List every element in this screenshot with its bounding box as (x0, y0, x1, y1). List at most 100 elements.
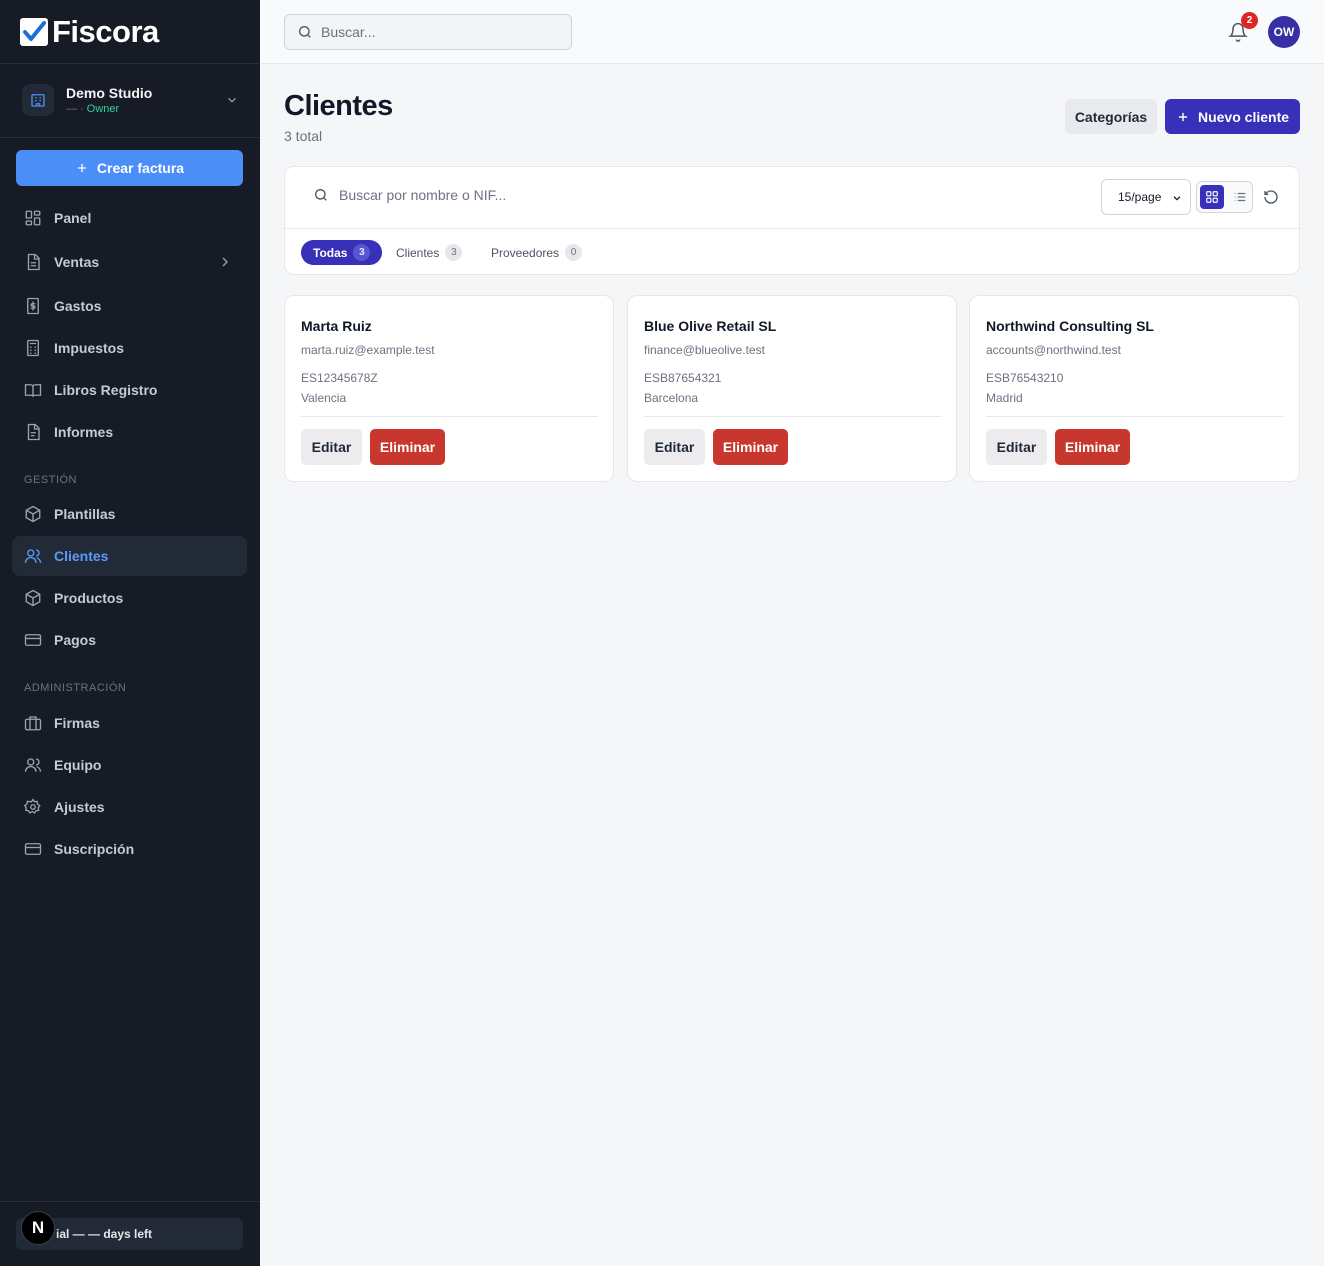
sidebar-item-label: Informes (54, 424, 114, 440)
grid-icon (1206, 191, 1218, 203)
sidebar-item-panel[interactable]: Panel (12, 198, 247, 238)
client-nif: ESB87654321 (644, 371, 722, 385)
sidebar-item-label: Impuestos (54, 340, 125, 356)
tab-count: 0 (565, 244, 583, 261)
client-city: Madrid (986, 391, 1023, 405)
client-city: Barcelona (644, 391, 699, 405)
divider (0, 63, 260, 64)
card-icon (24, 840, 42, 858)
org-role: — · Owner (66, 103, 120, 115)
list-view-button[interactable] (1228, 185, 1252, 209)
gear-icon (24, 798, 42, 816)
new-client-label: Nuevo cliente (1197, 108, 1290, 125)
client-email: accounts@northwind.test (986, 343, 1121, 357)
client-nif: ESB76543210 (986, 371, 1064, 385)
package-icon (24, 505, 42, 523)
create-invoice-button[interactable]: Crear factura (16, 150, 243, 186)
org-name: Demo Studio (66, 85, 153, 101)
sidebar-item-label: Suscripción (54, 841, 135, 857)
briefcase-icon (24, 714, 42, 732)
sidebar-item-pagos[interactable]: Pagos (12, 620, 247, 660)
chevron-down-icon (224, 92, 240, 108)
sidebar-item-label: Productos (54, 590, 124, 606)
divider (0, 137, 260, 138)
sidebar-item-label: Plantillas (54, 506, 116, 522)
page-subtitle: 3 total (284, 128, 323, 144)
global-search[interactable] (284, 14, 572, 50)
plus-icon (1178, 112, 1188, 121)
sidebar-item-ventas[interactable]: Ventas (12, 242, 247, 282)
plus-icon (77, 163, 87, 173)
document-icon (24, 253, 42, 271)
client-nif: ES12345678Z (301, 371, 378, 385)
client-search-input[interactable] (339, 187, 839, 203)
divider (301, 416, 598, 417)
sidebar-item-label: Firmas (54, 715, 100, 731)
sidebar-item-productos[interactable]: Productos (12, 578, 247, 618)
client-city: Valencia (301, 391, 347, 405)
client-email: marta.ruiz@example.test (301, 343, 435, 357)
refresh-icon[interactable] (1263, 189, 1279, 205)
delete-button[interactable]: Eliminar (1055, 429, 1130, 465)
search-icon (315, 189, 327, 201)
topbar: 2 OW (260, 0, 1324, 64)
package-icon (24, 589, 42, 607)
tab-clientes[interactable]: Clientes 3 (396, 240, 463, 265)
sidebar-item-label: Clientes (54, 548, 109, 564)
edit-button[interactable]: Editar (986, 429, 1047, 465)
sidebar-item-label: Panel (54, 210, 92, 226)
tab-label: Proveedores (491, 245, 560, 260)
chevron-down-icon (1173, 196, 1181, 201)
section-label-gestion: GESTIÓN (24, 474, 78, 486)
receipt-icon (24, 297, 42, 315)
dev-tools-badge[interactable]: N (21, 1211, 55, 1245)
client-name: Blue Olive Retail SL (644, 318, 777, 334)
client-card: Northwind Consulting SL accounts@northwi… (969, 295, 1300, 482)
edit-button[interactable]: Editar (301, 429, 362, 465)
users-icon (24, 547, 42, 565)
user-avatar[interactable]: OW (1268, 16, 1300, 48)
grid-view-button[interactable] (1200, 185, 1224, 209)
create-invoice-label: Crear factura (96, 160, 185, 176)
app-logo[interactable]: Fiscora (20, 16, 159, 48)
app-name: Fiscora (52, 14, 159, 49)
sidebar-item-firmas[interactable]: Firmas (12, 703, 247, 743)
client-search[interactable] (313, 187, 839, 203)
sidebar-item-label: Libros Registro (54, 382, 158, 398)
search-icon (299, 26, 311, 38)
sidebar-item-informes[interactable]: Informes (12, 412, 247, 452)
sidebar-item-plantillas[interactable]: Plantillas (12, 494, 247, 534)
delete-button[interactable]: Eliminar (713, 429, 788, 465)
tab-count: 3 (353, 244, 371, 261)
sidebar-item-label: Gastos (54, 298, 102, 314)
tab-label: Todas (313, 245, 348, 260)
sidebar-item-label: Ventas (54, 254, 100, 270)
section-label-administracion: ADMINISTRACIÓN (24, 682, 127, 694)
global-search-input[interactable] (321, 24, 551, 40)
per-page-select[interactable]: 15/page (1101, 179, 1191, 215)
client-card: Marta Ruiz marta.ruiz@example.test ES123… (284, 295, 614, 482)
divider (644, 416, 941, 417)
sidebar-item-suscripcion[interactable]: Suscripción (12, 829, 247, 869)
tab-todas[interactable]: Todas 3 (301, 240, 383, 265)
sidebar-item-impuestos[interactable]: Impuestos (12, 328, 247, 368)
org-switcher[interactable]: Demo Studio — · Owner (22, 82, 240, 118)
divider (0, 1201, 260, 1202)
sidebar-item-gastos[interactable]: Gastos (12, 286, 247, 326)
tab-count: 3 (445, 244, 463, 261)
sidebar-item-libros-registro[interactable]: Libros Registro (12, 370, 247, 410)
edit-button[interactable]: Editar (644, 429, 705, 465)
new-client-button[interactable]: Nuevo cliente (1165, 99, 1300, 134)
book-icon (24, 381, 42, 399)
building-icon (22, 84, 54, 116)
delete-button[interactable]: Eliminar (370, 429, 445, 465)
sidebar-item-equipo[interactable]: Equipo (12, 745, 247, 785)
tab-proveedores[interactable]: Proveedores 0 (491, 240, 583, 265)
users-icon (24, 756, 42, 774)
sidebar-item-clientes[interactable]: Clientes (12, 536, 247, 576)
divider (986, 416, 1283, 417)
trial-text: ial — — days left (56, 1227, 153, 1241)
sidebar-item-ajustes[interactable]: Ajustes (12, 787, 247, 827)
client-name: Marta Ruiz (301, 318, 372, 334)
categories-button[interactable]: Categorías (1065, 99, 1157, 134)
